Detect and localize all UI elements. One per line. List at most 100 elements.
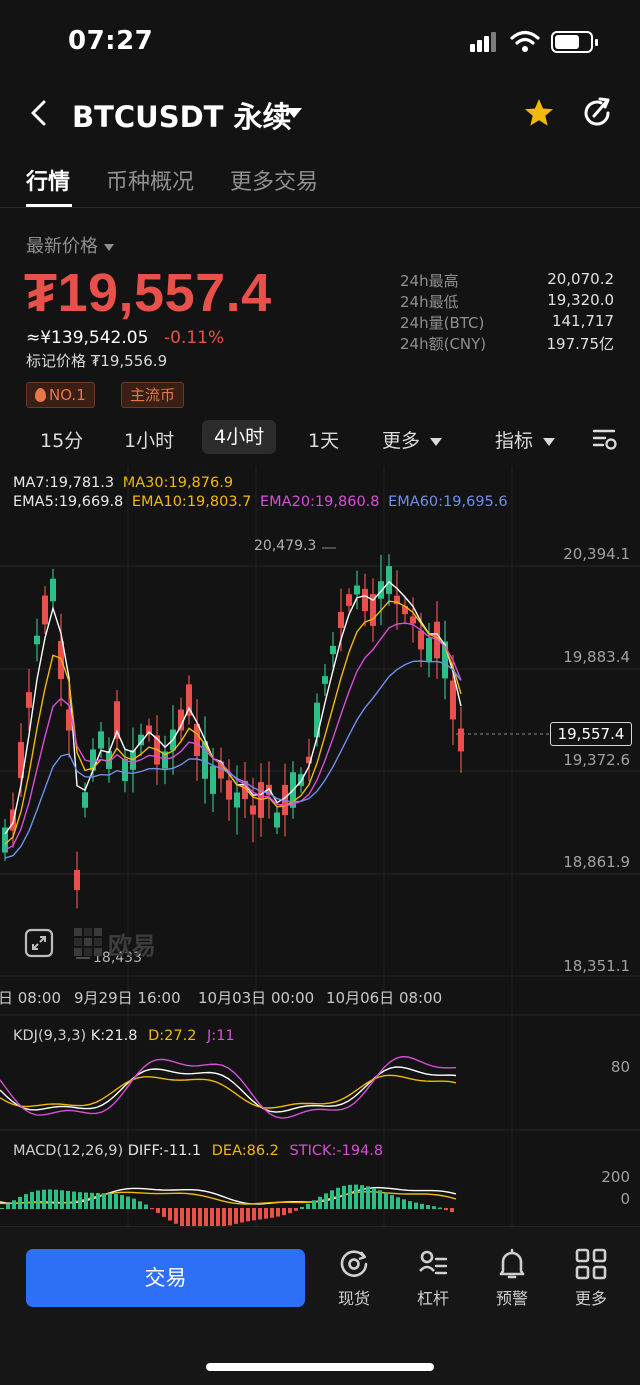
chart-grid [0, 466, 640, 1226]
pair-title[interactable]: BTCUSDT 永续 [72, 94, 292, 136]
macd-bar [18, 1196, 22, 1209]
macd-bar [360, 1185, 364, 1209]
candle-body [34, 635, 40, 645]
macd-diff: DIFF:-11.1 [127, 1143, 202, 1159]
share-icon[interactable] [580, 96, 614, 130]
macd-bar [162, 1208, 166, 1217]
macd-bar [414, 1202, 418, 1209]
chevron-down-icon [430, 437, 443, 446]
macd-bar [264, 1208, 268, 1219]
candle-body [386, 566, 392, 594]
stat-label: 24h最低 [400, 293, 459, 311]
indicator-label: 指标 [495, 430, 534, 452]
macd-bar [222, 1208, 226, 1226]
macd-bar [336, 1187, 340, 1209]
macd-bar [348, 1184, 352, 1209]
ma30-line [4, 600, 462, 845]
rank-badge-label: NO.1 [49, 386, 86, 404]
macd-bar [426, 1205, 430, 1209]
flame-icon [35, 388, 46, 402]
x-tick: 10月06日 08:00 [326, 989, 443, 1007]
last-price: ₮19,557.4 [24, 263, 272, 323]
candle-body [426, 638, 432, 662]
nav-spot[interactable]: 现货 [324, 1247, 384, 1327]
candle-body [410, 616, 416, 624]
interval-15m[interactable]: 15分 [40, 426, 83, 453]
stat-label: 24h最高 [400, 272, 459, 290]
trade-button[interactable]: 交易 [26, 1249, 305, 1307]
tab-indicator [26, 204, 72, 207]
interval-more[interactable]: 更多 [382, 426, 443, 453]
stat-row: 24h额(CNY) 197.75亿 [400, 333, 614, 354]
kdj-j-line [0, 1055, 457, 1119]
macd-bar [270, 1208, 274, 1218]
category-badge[interactable]: 主流币 [121, 382, 185, 408]
macd-bars [0, 1184, 454, 1226]
back-icon[interactable] [24, 98, 54, 128]
nav-more[interactable]: 更多 [561, 1247, 621, 1327]
candlestick-chart[interactable] [0, 466, 640, 1226]
candle-body [234, 792, 240, 808]
macd-bar [408, 1201, 412, 1209]
nav-alert[interactable]: 预警 [482, 1247, 542, 1327]
candle-body [82, 792, 88, 808]
chevron-down-icon[interactable] [286, 108, 302, 118]
chart-settings-icon[interactable] [592, 426, 618, 452]
ma-lines [4, 580, 462, 859]
macd-bar [84, 1192, 88, 1209]
kdj-title: KDJ(9,3,3) [13, 1028, 87, 1044]
macd-bar [198, 1208, 202, 1226]
stat-row: 24h最高 20,070.2 [400, 270, 614, 291]
kdj-k: K:21.8 [90, 1028, 138, 1044]
bell-icon [499, 1248, 525, 1279]
tab-overview[interactable]: 币种概况 [106, 164, 194, 196]
interval-1d[interactable]: 1天 [308, 426, 339, 453]
macd-axis-zero: 0 [620, 1190, 630, 1208]
price-type-selector[interactable]: 最新价格 [26, 232, 114, 258]
chevron-down-icon [104, 243, 114, 251]
macd-bar [432, 1206, 436, 1209]
macd-bar [396, 1197, 400, 1209]
macd-bar [174, 1208, 178, 1224]
indicator-selector[interactable]: 指标 [495, 426, 556, 453]
candle-body [338, 611, 344, 629]
chevron-down-icon [543, 437, 556, 446]
macd-bar [60, 1190, 64, 1209]
cny-price: ≈¥139,542.05 [26, 328, 149, 348]
macd-bar [378, 1190, 382, 1209]
interval-bar: 15分 1小时 4小时 1天 更多 指标 [0, 418, 640, 458]
x-tick: 日 08:00 [0, 989, 61, 1007]
y-tick: 18,351.1 [563, 957, 630, 975]
macd-bar [444, 1208, 448, 1211]
macd-bar [24, 1194, 28, 1209]
macd-bar [420, 1203, 424, 1209]
macd-bar [342, 1185, 346, 1209]
macd-bar [390, 1195, 394, 1209]
macd-bar [228, 1208, 232, 1226]
interval-more-label: 更多 [382, 430, 421, 452]
stat-row: 24h最低 19,320.0 [400, 291, 614, 312]
macd-bar [78, 1192, 82, 1209]
macd-bar [240, 1208, 244, 1223]
star-icon[interactable] [522, 96, 556, 130]
macd-bar [366, 1186, 370, 1209]
stat-label: 24h量(BTC) [400, 314, 485, 332]
candle-body [50, 578, 56, 602]
macd-bar [354, 1184, 358, 1209]
rank-badge[interactable]: NO.1 [26, 382, 95, 408]
macd-legend: MACD(12,26,9) DIFF:-11.1 DEA:86.2 STICK:… [13, 1143, 383, 1159]
nav-margin[interactable]: 杠杆 [403, 1247, 463, 1327]
stat-value: 19,320.0 [547, 291, 614, 309]
tab-more-trades[interactable]: 更多交易 [230, 164, 318, 196]
fullscreen-icon[interactable] [24, 928, 54, 958]
macd-bar [192, 1208, 196, 1226]
macd-bar [384, 1192, 388, 1209]
okx-watermark: 欧易 [74, 926, 164, 960]
tab-market[interactable]: 行情 [26, 164, 70, 196]
tab-bar: 行情 币种概况 更多交易 [0, 152, 640, 208]
interval-1h[interactable]: 1小时 [124, 426, 174, 453]
macd-bar [312, 1200, 316, 1209]
macd-bar [300, 1207, 304, 1209]
macd-bar [282, 1208, 286, 1216]
interval-4h[interactable]: 4小时 [202, 420, 277, 454]
